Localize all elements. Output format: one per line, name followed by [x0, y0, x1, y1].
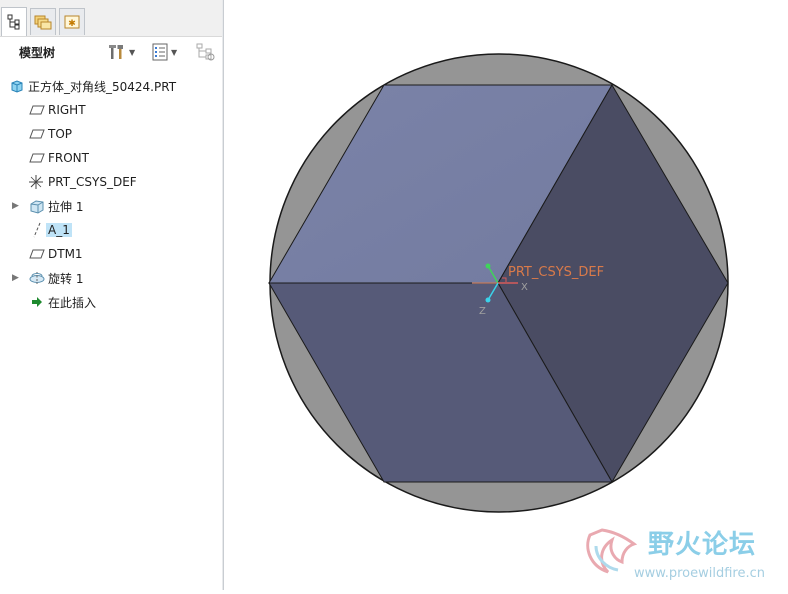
- revolve-icon: [28, 269, 46, 287]
- tree-item-label: RIGHT: [48, 103, 86, 117]
- tree-item-label: A_1: [46, 223, 72, 237]
- list-icon: [152, 43, 168, 61]
- tree-item-revolve[interactable]: ▶ 旋转 1: [0, 267, 222, 289]
- model-tree-tab[interactable]: [1, 7, 27, 36]
- csys-label: PRT_CSYS_DEF: [508, 265, 604, 280]
- insert-arrow-icon: [28, 293, 46, 311]
- expand-arrow-icon[interactable]: ▶: [12, 273, 22, 283]
- tree-item-label: PRT_CSYS_DEF: [48, 175, 137, 189]
- folder-browser-tab[interactable]: [30, 8, 56, 35]
- tree-item-label: 拉伸 1: [48, 199, 84, 214]
- tree-item-axis[interactable]: A_1: [0, 219, 222, 241]
- tree-item-insert-here[interactable]: 在此插入: [0, 291, 222, 313]
- datum-plane-icon: [28, 149, 46, 167]
- model-tree-panel: ✱ 模型树 ▼ ▼ 正方体_对角线_50424.PRT RIGHT TOP FR…: [0, 0, 222, 590]
- tree-item-front[interactable]: FRONT: [0, 147, 222, 169]
- axis-z-label: Z: [479, 306, 486, 317]
- favorites-icon: ✱: [64, 15, 80, 29]
- watermark-url: www.proewildfire.cn: [634, 566, 765, 581]
- model-tree-icon: [7, 14, 20, 30]
- chevron-down-icon: ▼: [129, 47, 136, 57]
- tree-item-extrude[interactable]: ▶ 拉伸 1: [0, 195, 222, 217]
- tree-item-top[interactable]: TOP: [0, 123, 222, 145]
- tree-item-csys[interactable]: PRT_CSYS_DEF: [0, 171, 222, 193]
- show-button[interactable]: ▼: [152, 41, 177, 63]
- chevron-down-icon: ▼: [171, 47, 178, 57]
- graphics-window[interactable]: PRT_CSYS_DEF X Z 野火论坛 www.proewildfire.c…: [224, 0, 788, 590]
- tree-item-label: 正方体_对角线_50424.PRT: [28, 79, 177, 94]
- tree-item-label: FRONT: [48, 151, 89, 165]
- axis-x-label: X: [521, 282, 528, 293]
- datum-axis-icon: [28, 221, 46, 239]
- tree-item-right[interactable]: RIGHT: [0, 99, 222, 121]
- model-tree-title: 模型树: [19, 46, 56, 60]
- tree-item-label: 在此插入: [48, 295, 97, 310]
- extrude-icon: [28, 197, 46, 215]
- flame-logo-icon: [586, 528, 638, 574]
- tools-icon: [109, 45, 123, 59]
- coordinate-system-icon: [27, 173, 45, 191]
- tree-item-label: 旋转 1: [48, 271, 84, 286]
- model-view[interactable]: PRT_CSYS_DEF X Z 野火论坛 www.proewildfire.c…: [224, 0, 788, 590]
- watermark: 野火论坛 www.proewildfire.cn: [586, 528, 765, 581]
- datum-plane-icon: [28, 245, 46, 263]
- folder-icon: [34, 15, 52, 30]
- watermark-title: 野火论坛: [648, 530, 756, 560]
- tree-item-label: TOP: [48, 127, 73, 141]
- settings-button[interactable]: ▼: [108, 41, 135, 63]
- tree-filter-icon: [196, 43, 215, 61]
- datum-plane-icon: [28, 125, 46, 143]
- tree-item-dtm1[interactable]: DTM1: [0, 243, 222, 265]
- model-tree-toolbar: 模型树 ▼ ▼: [0, 37, 222, 67]
- tree-item-label: DTM1: [48, 247, 83, 261]
- svg-text:✱: ✱: [68, 19, 76, 29]
- datum-plane-icon: [28, 101, 46, 119]
- filter-button[interactable]: [196, 41, 216, 63]
- favorites-tab[interactable]: ✱: [59, 8, 85, 35]
- expand-arrow-icon[interactable]: ▶: [12, 201, 22, 211]
- tree-item-part[interactable]: 正方体_对角线_50424.PRT: [0, 75, 222, 97]
- part-icon: [8, 77, 26, 95]
- navigator-tabs: ✱: [0, 0, 222, 37]
